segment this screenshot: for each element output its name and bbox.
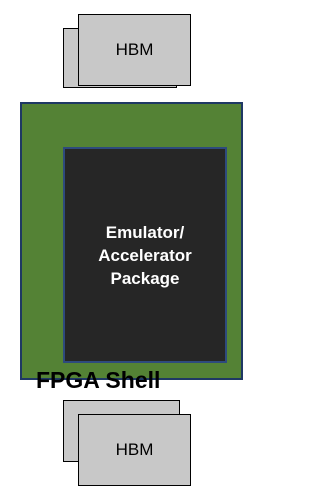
- fpga-shell-label: FPGA Shell: [36, 367, 161, 393]
- emulator-accelerator-package-block: Emulator/ Accelerator Package: [63, 147, 227, 363]
- top-hbm-label: HBM: [115, 40, 154, 59]
- package-label: Emulator/ Accelerator Package: [98, 222, 192, 288]
- bottom-hbm-block: HBM: [78, 414, 191, 486]
- top-hbm-block: HBM: [78, 14, 191, 86]
- bottom-hbm-label: HBM: [115, 440, 154, 459]
- fpga-shell-block: Emulator/ Accelerator Package FPGA Shell: [20, 102, 243, 392]
